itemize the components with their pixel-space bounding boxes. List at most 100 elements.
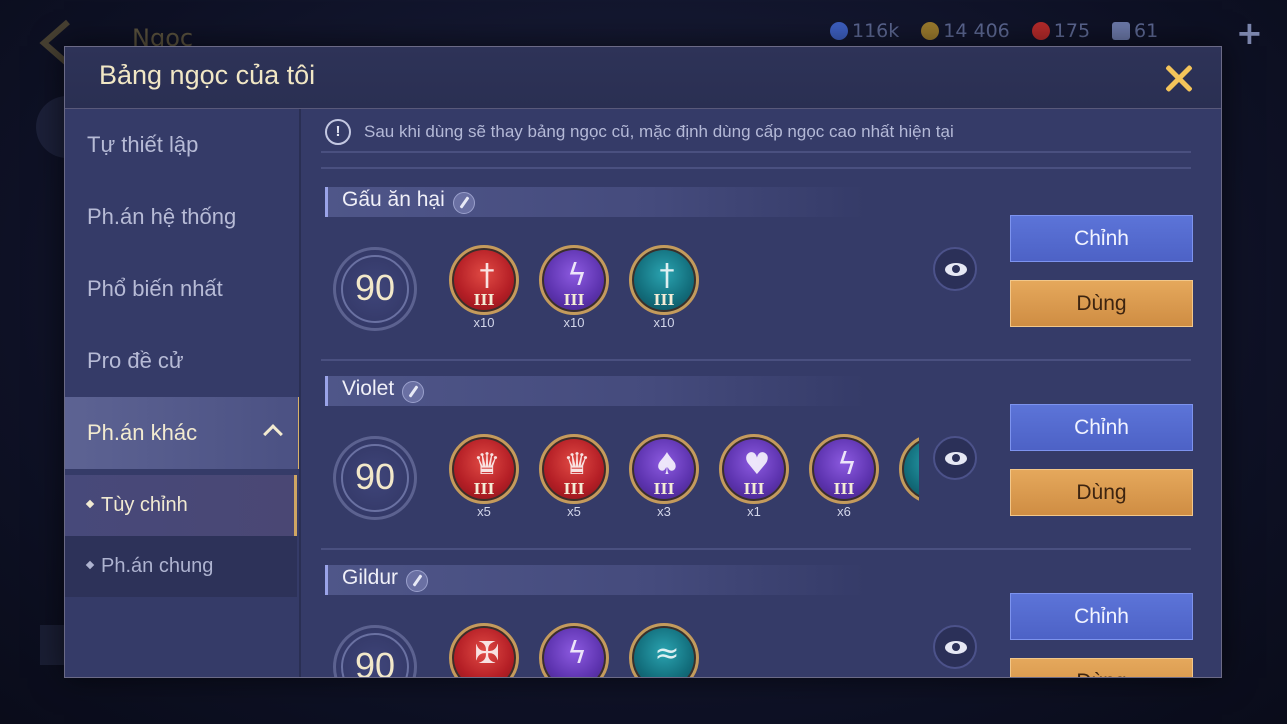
- sidebar-subitem-custom[interactable]: Tùy chỉnh: [65, 475, 297, 536]
- arcana-tier: III: [743, 480, 765, 498]
- sidebar-subitem-label: Ph.án chung: [101, 555, 214, 577]
- arcana-tier: III: [563, 480, 585, 498]
- arcana-tier: III: [563, 291, 585, 309]
- arcana-item[interactable]: † III x10: [627, 245, 701, 345]
- heart-icon: ♥: [743, 447, 771, 482]
- level-number: 90: [354, 645, 396, 678]
- drop-icon: ♠: [653, 447, 681, 482]
- level-badge: 90: [333, 436, 417, 520]
- currency-gold: 14 406: [921, 20, 1010, 42]
- arcana-sets-list[interactable]: ! Sau khi dùng sẽ thay bảng ngọc cũ, mặc…: [301, 109, 1221, 678]
- use-button[interactable]: Dùng: [1010, 280, 1193, 327]
- eye-pupil: [952, 454, 960, 462]
- diamond-coin-icon: [830, 22, 848, 40]
- sword-icon: †: [659, 258, 675, 293]
- arcana-tier: III: [653, 291, 675, 309]
- arcana-count: x10: [473, 315, 495, 330]
- sidebar-item-system-plans[interactable]: Ph.án hệ thống: [65, 181, 301, 253]
- set-name-bar: Gildur: [325, 565, 865, 595]
- sidebar-item-other-plans[interactable]: Ph.án khác: [65, 397, 301, 469]
- add-currency-button[interactable]: +: [1236, 14, 1263, 52]
- edit-button[interactable]: Chỉnh: [1010, 215, 1193, 262]
- close-icon[interactable]: [1159, 59, 1199, 99]
- sword-icon: †: [902, 447, 919, 482]
- arcana-gem: †: [899, 434, 919, 504]
- arcana-count: x5: [567, 504, 581, 519]
- sidebar-item-most-popular[interactable]: Phổ biến nhất: [65, 253, 301, 325]
- bullet-icon: [85, 499, 95, 508]
- preview-eye-icon[interactable]: [933, 625, 977, 669]
- edit-button[interactable]: Chỉnh: [1010, 593, 1193, 640]
- chevron-up-icon: [263, 424, 283, 444]
- sidebar-subitem-shared[interactable]: Ph.án chung: [65, 536, 297, 597]
- preview-eye-icon[interactable]: [933, 436, 977, 480]
- arcana-item[interactable]: ♥ III x1: [717, 434, 791, 534]
- arcana-tier: III: [653, 480, 675, 498]
- arcana-tier: III: [473, 480, 495, 498]
- eye-pupil: [952, 265, 960, 273]
- preview-eye-icon[interactable]: [933, 247, 977, 291]
- eye-pupil: [952, 643, 960, 651]
- bullet-icon: [85, 560, 95, 569]
- set-name: Violet: [342, 377, 395, 400]
- gold-coin-icon: [921, 22, 940, 40]
- currency-ruby: 175: [1031, 20, 1091, 42]
- set-name-bar: Violet: [325, 376, 865, 406]
- arcana-count: x10: [653, 315, 675, 330]
- currency-diamond: 116k: [830, 20, 899, 42]
- divider: [321, 359, 1191, 361]
- sword-icon: †: [479, 258, 495, 293]
- arcana-page-modal: Bảng ngọc của tôi Tự thiết lập Ph.án hệ …: [64, 46, 1222, 678]
- claw-icon: ✠: [474, 636, 500, 671]
- rename-pencil-icon[interactable]: [453, 192, 475, 214]
- arcana-gem: ϟ: [539, 623, 609, 677]
- edit-button[interactable]: Chỉnh: [1010, 404, 1193, 451]
- use-button[interactable]: Dùng: [1010, 658, 1193, 677]
- modal-title: Bảng ngọc của tôi: [99, 60, 316, 90]
- sidebar: Tự thiết lập Ph.án hệ thống Phổ biến nhấ…: [65, 109, 301, 677]
- divider: [321, 151, 1191, 153]
- ruby-icon: [1031, 22, 1050, 40]
- wave-icon: ≈: [654, 636, 680, 671]
- arcana-item[interactable]: ✠: [447, 623, 521, 677]
- arcana-item[interactable]: ♛ III x5: [537, 434, 611, 534]
- voucher-icon: [1112, 22, 1131, 40]
- currency-voucher: 61: [1112, 20, 1158, 42]
- rename-pencil-icon[interactable]: [406, 570, 428, 592]
- arcana-item[interactable]: †: [897, 434, 919, 534]
- arcana-item[interactable]: ϟ: [537, 623, 611, 677]
- currency-value: 61: [1134, 20, 1159, 42]
- arcana-count: x10: [563, 315, 585, 330]
- set-name-bar: Gấu ăn hại: [325, 187, 865, 217]
- lightning-icon: ϟ: [567, 258, 587, 293]
- level-number: 90: [354, 267, 396, 308]
- arcana-count: x6: [837, 504, 851, 519]
- arcana-item[interactable]: ♛ III x5: [447, 434, 521, 534]
- set-name: Gildur: [342, 566, 399, 589]
- arcana-tier: III: [473, 291, 495, 309]
- sidebar-item-custom-setup[interactable]: Tự thiết lập: [65, 109, 301, 181]
- modal-header: Bảng ngọc của tôi: [65, 47, 1221, 109]
- lightning-icon: ϟ: [837, 447, 857, 482]
- currency-value: 175: [1053, 20, 1091, 42]
- use-button[interactable]: Dùng: [1010, 469, 1193, 516]
- info-icon: !: [325, 119, 351, 145]
- arcana-item[interactable]: ≈: [627, 623, 701, 677]
- arcana-item[interactable]: ϟ III x6: [807, 434, 881, 534]
- arcana-count: x3: [657, 504, 671, 519]
- arcana-list: ♛ III x5 ♛ III x5 ♠ III x3 ♥ III x1 ϟ II…: [447, 434, 919, 544]
- notice-text: Sau khi dùng sẽ thay bảng ngọc cũ, mặc đ…: [364, 122, 954, 141]
- arcana-tier: III: [833, 480, 855, 498]
- arcana-item[interactable]: † III x10: [447, 245, 521, 345]
- screen: Ngọc 116k 14 406 175 61 + Bảng ngọc của …: [0, 0, 1287, 724]
- crown-icon: ♛: [563, 447, 591, 482]
- arcana-count: x1: [747, 504, 761, 519]
- level-badge: 90: [333, 247, 417, 331]
- arcana-list: † III x10 ϟ III x10 † III x10: [447, 245, 919, 355]
- arcana-item[interactable]: ♠ III x3: [627, 434, 701, 534]
- divider: [321, 548, 1191, 550]
- arcana-item[interactable]: ϟ III x10: [537, 245, 611, 345]
- sidebar-item-pro-recommended[interactable]: Pro đề cử: [65, 325, 301, 397]
- crown-icon: ♛: [473, 447, 501, 482]
- rename-pencil-icon[interactable]: [402, 381, 424, 403]
